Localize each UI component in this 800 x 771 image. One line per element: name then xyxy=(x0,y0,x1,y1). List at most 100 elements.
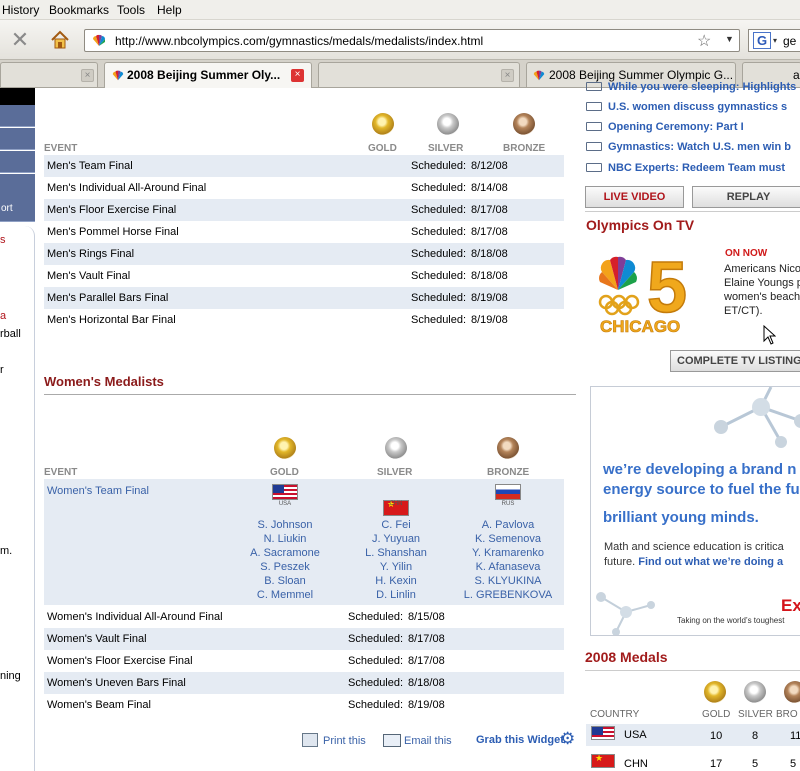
silver-medal-icon xyxy=(437,113,459,135)
ad-link[interactable]: Find out what we’re doing a xyxy=(638,556,783,568)
athlete-link[interactable]: K. Semenova xyxy=(453,532,563,546)
sidebar-fragment: s xyxy=(0,234,6,246)
email-link[interactable]: Email this xyxy=(404,735,452,747)
news-link-text: Gymnastics: Watch U.S. men win b xyxy=(608,141,791,153)
athlete-link[interactable]: A. Pavlova xyxy=(453,518,563,532)
athlete-link[interactable]: A. Sacramone xyxy=(230,546,340,560)
url-bar[interactable]: http://www.nbcolympics.com/gymnastics/me… xyxy=(84,29,740,52)
event-name: Men's Individual All-Around Final xyxy=(47,182,207,194)
bronze-medal-icon xyxy=(497,437,519,459)
nbc-peacock-icon xyxy=(93,34,105,46)
athlete-link[interactable]: C. Fei xyxy=(341,518,451,532)
replay-button[interactable]: REPLAY xyxy=(692,186,800,208)
sidebar-item[interactable] xyxy=(0,174,35,196)
medals-col-country: COUNTRY xyxy=(590,709,640,720)
status-text: Scheduled: xyxy=(411,160,467,172)
search-box[interactable]: G ▾ ge xyxy=(748,29,800,52)
grab-widget-link[interactable]: Grab this Widget xyxy=(476,734,564,746)
table-row: Women's Vault Final Scheduled: 8/17/08 xyxy=(44,628,564,650)
google-search-icon[interactable]: G xyxy=(753,32,771,49)
silver-medal-icon xyxy=(385,437,407,459)
medal-table-row[interactable]: CHN 17 5 5 xyxy=(586,752,800,771)
sidebar-fragment: rball xyxy=(0,328,21,340)
sidebar-header xyxy=(0,88,35,105)
divider xyxy=(585,211,800,212)
sidebar-item[interactable] xyxy=(0,151,35,173)
menu-bookmarks[interactable]: Bookmarks xyxy=(49,3,109,17)
news-link-text: U.S. women discuss gymnastics s xyxy=(608,101,788,113)
news-link[interactable]: Opening Ceremony: Part I xyxy=(586,121,744,133)
bookmark-star-icon[interactable]: ☆ xyxy=(697,31,711,51)
event-date: 8/18/08 xyxy=(471,270,508,282)
athlete-link[interactable]: Y. Yilin xyxy=(341,560,451,574)
menu-help[interactable]: Help xyxy=(157,3,182,17)
tab-close-icon[interactable]: × xyxy=(501,69,514,82)
tab-1[interactable]: × xyxy=(0,62,98,87)
tab-close-icon[interactable]: × xyxy=(81,69,94,82)
country-code: RUS xyxy=(501,501,515,507)
search-input[interactable]: ge xyxy=(783,34,796,48)
athlete-link[interactable]: B. Sloan xyxy=(230,574,340,588)
news-link-text: Opening Ceremony: Part I xyxy=(608,121,744,133)
tab-close-icon[interactable]: × xyxy=(291,69,304,82)
news-link[interactable]: Gymnastics: Watch U.S. men win b xyxy=(586,141,791,153)
sidebar-item[interactable] xyxy=(0,128,35,150)
gear-icon[interactable]: ⚙ xyxy=(560,729,575,749)
news-link[interactable]: While you were sleeping: Highlights xyxy=(586,81,796,93)
athlete-link[interactable]: L. GREBENKOVA xyxy=(453,588,563,602)
url-text: http://www.nbcolympics.com/gymnastics/me… xyxy=(115,34,484,48)
athlete-link[interactable]: D. Linlin xyxy=(341,588,451,602)
search-engine-dropdown-icon[interactable]: ▾ xyxy=(773,36,777,45)
tab-label: a xyxy=(793,68,800,82)
sidebar-item[interactable] xyxy=(0,105,35,127)
bronze-medal-icon xyxy=(513,113,535,135)
tab-3[interactable]: × xyxy=(318,62,520,87)
status-text: Scheduled: xyxy=(348,677,404,689)
event-date: 8/12/08 xyxy=(471,160,508,172)
column-header-gold: GOLD xyxy=(270,467,299,478)
athlete-link[interactable]: S. Johnson xyxy=(230,518,340,532)
athlete-link[interactable]: L. Shanshan xyxy=(341,546,451,560)
sidebar-fragment: m. xyxy=(0,545,13,557)
table-row: Men's Team Final Scheduled: 8/12/08 xyxy=(44,155,564,177)
on-now-label: ON NOW xyxy=(725,248,768,259)
url-dropdown-icon[interactable]: ▼ xyxy=(725,34,734,44)
athlete-link[interactable]: H. Kexin xyxy=(341,574,451,588)
menu-tools[interactable]: Tools xyxy=(117,3,145,17)
athlete-link[interactable]: S. KLYUKINA xyxy=(453,574,563,588)
stop-icon[interactable]: ✕ xyxy=(8,29,32,51)
news-link[interactable]: NBC Experts: Redeem Team must xyxy=(586,162,785,174)
tab-label: 2008 Beijing Summer Olympic G... xyxy=(549,68,734,82)
gold-count: 10 xyxy=(710,730,723,742)
print-icon[interactable] xyxy=(302,733,318,747)
email-icon[interactable] xyxy=(383,734,401,747)
tab-active[interactable]: 2008 Beijing Summer Oly... × xyxy=(104,62,312,88)
bronze-count: 11 xyxy=(790,730,800,742)
athlete-link[interactable]: S. Peszek xyxy=(230,560,340,574)
usa-flag-icon xyxy=(591,726,615,740)
event-link-womens-team-final[interactable]: Women's Team Final xyxy=(47,485,149,497)
home-icon[interactable] xyxy=(49,29,71,51)
usa-flag-icon xyxy=(272,484,298,500)
print-link[interactable]: Print this xyxy=(323,735,366,747)
medal-table-row[interactable]: USA 10 8 11 xyxy=(586,724,800,746)
menu-history[interactable]: History xyxy=(2,3,39,17)
athlete-link[interactable]: K. Afanaseva xyxy=(453,560,563,574)
advertisement[interactable]: we’re developing a brand n energy source… xyxy=(590,386,800,636)
athlete-link[interactable]: Y. Kramarenko xyxy=(453,546,563,560)
divider xyxy=(44,394,576,395)
complete-tv-listings-button[interactable]: COMPLETE TV LISTING xyxy=(670,350,800,372)
bronze-count: 5 xyxy=(790,758,797,770)
news-link[interactable]: U.S. women discuss gymnastics s xyxy=(586,101,787,113)
athlete-link[interactable]: J. Yuyuan xyxy=(341,532,451,546)
event-date: 8/17/08 xyxy=(471,226,508,238)
athlete-link[interactable]: N. Liukin xyxy=(230,532,340,546)
sidebar-item-sport[interactable]: ort xyxy=(0,194,35,222)
molecule-graphic xyxy=(596,592,655,635)
table-row: Women's Beam Final Scheduled: 8/19/08 xyxy=(44,694,564,716)
event-date: 8/17/08 xyxy=(471,204,508,216)
event-date: 8/19/08 xyxy=(471,314,508,326)
tv-line: Americans Nico xyxy=(724,263,800,275)
live-video-button[interactable]: LIVE VIDEO xyxy=(585,186,684,208)
athlete-link[interactable]: C. Memmel xyxy=(230,588,340,602)
